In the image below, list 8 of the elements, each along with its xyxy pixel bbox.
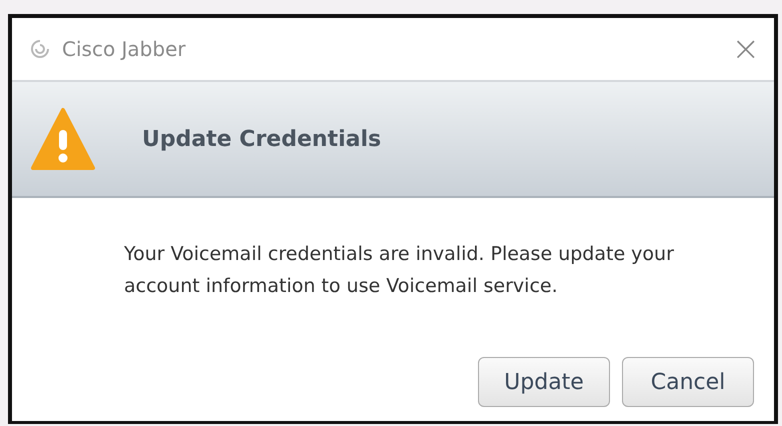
dialog-button[interactable]: Update [478, 357, 610, 407]
message-text: Your Voicemail credentials are invalid. Please update your account information to use Voicemail service. [124, 242, 675, 299]
close-button[interactable]: × [732, 32, 760, 66]
dialog-heading: Update Credentials [142, 126, 382, 152]
warning-icon [30, 106, 96, 172]
swirl-icon [30, 39, 50, 59]
window-title: Cisco Jabber [62, 37, 187, 61]
dialog-button[interactable]: Cancel [622, 357, 754, 407]
